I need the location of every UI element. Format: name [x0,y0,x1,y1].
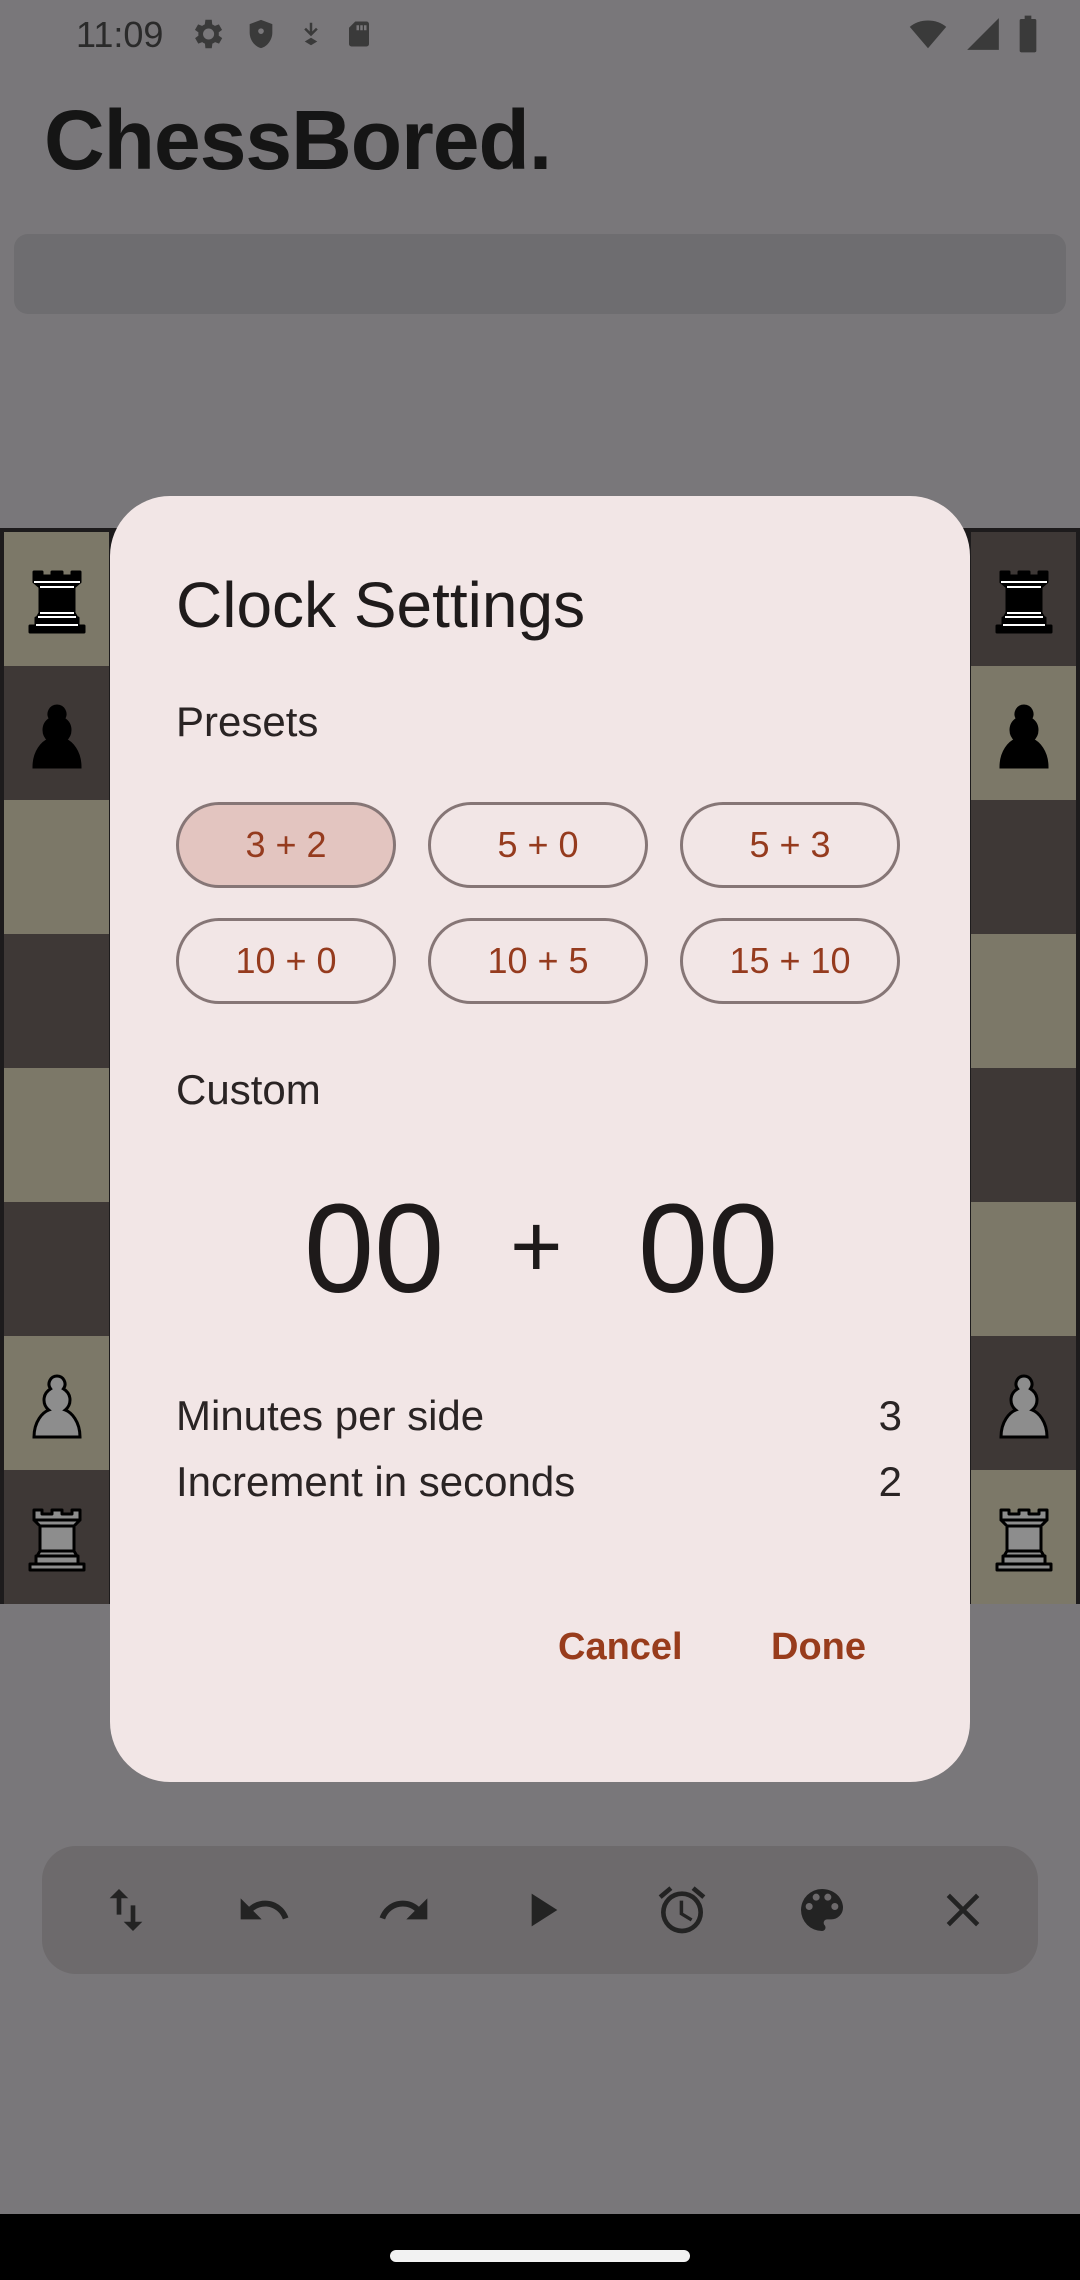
battery-icon [1019,15,1037,53]
board-square[interactable] [4,1336,109,1470]
increment-label: Increment in seconds [176,1458,576,1505]
undo-button[interactable] [232,1878,296,1942]
play-icon [531,1893,558,1927]
white-pawn-icon[interactable] [12,1358,102,1448]
download-status-icon [304,22,318,46]
close-icon [946,1893,980,1927]
cancel-button[interactable]: Cancel [558,1626,683,1669]
settings-icon [194,19,223,49]
status-time: 11:09 [76,14,164,55]
navigation-bar [0,2214,1080,2280]
preset-5-0-button[interactable]: 5 + 0 [428,802,648,888]
sd-card-icon [349,21,369,47]
board-square[interactable] [971,532,1076,666]
board-square[interactable] [4,1202,109,1336]
undo-icon [240,1898,289,1920]
dialog-title: Clock Settings [176,569,586,641]
done-button[interactable]: Done [771,1626,866,1669]
swap-vert-icon [109,1889,143,1931]
alarm-icon [658,1886,706,1934]
board-square[interactable] [971,666,1076,800]
minutes-per-side-value: 3 [878,1392,902,1439]
board-square[interactable] [971,1202,1076,1336]
clock-button[interactable] [650,1878,714,1942]
black-pawn-icon[interactable] [12,688,102,778]
custom-seconds-input[interactable]: 00 [638,1176,778,1321]
bottom-toolbar [42,1846,1038,1974]
palette-icon [801,1889,843,1931]
minutes-per-side-label: Minutes per side [176,1392,485,1439]
clock-settings-dialog: Clock Settings Presets 3 + 2 5 + 0 5 + 3… [110,496,970,1782]
presets-label: Presets [176,698,319,745]
board-square[interactable] [971,934,1076,1068]
board-square[interactable] [4,666,109,800]
app-title: ChessBored. [44,93,552,187]
white-pawn-icon[interactable] [979,1358,1069,1448]
home-handle[interactable] [390,2250,690,2262]
redo-icon [379,1898,428,1920]
preset-5-3-button[interactable]: 5 + 3 [680,802,900,888]
board-square[interactable] [4,800,109,934]
white-rook-icon[interactable] [979,1492,1069,1582]
theme-button[interactable] [790,1878,854,1942]
board-square[interactable] [4,934,109,1068]
custom-minutes-input[interactable]: 00 [304,1176,444,1321]
close-game-button[interactable] [931,1878,995,1942]
flip-board-button[interactable] [94,1878,158,1942]
status-bar: 11:09 [0,0,1080,70]
board-square[interactable] [971,800,1076,934]
shield-icon [249,19,273,49]
black-rook-icon[interactable] [979,554,1069,644]
black-rook-icon[interactable] [12,554,102,644]
preset-3-2-button[interactable]: 3 + 2 [176,802,396,888]
custom-label: Custom [176,1066,321,1113]
board-square[interactable] [971,1470,1076,1604]
redo-button[interactable] [372,1878,436,1942]
board-square[interactable] [971,1336,1076,1470]
board-square[interactable] [971,1068,1076,1202]
preset-15-10-button[interactable]: 15 + 10 [680,918,900,1004]
move-history-bar[interactable] [14,234,1066,314]
board-square[interactable] [4,532,109,666]
increment-value: 2 [878,1458,902,1505]
signal-icon [967,18,999,50]
black-pawn-icon[interactable] [979,688,1069,778]
preset-10-5-button[interactable]: 10 + 5 [428,918,648,1004]
white-rook-icon[interactable] [12,1492,102,1582]
preset-10-0-button[interactable]: 10 + 0 [176,918,396,1004]
board-square[interactable] [4,1470,109,1604]
play-button[interactable] [509,1878,573,1942]
wifi-icon [909,20,947,49]
board-square[interactable] [4,1068,109,1202]
custom-plus-sign: + [510,1197,563,1297]
